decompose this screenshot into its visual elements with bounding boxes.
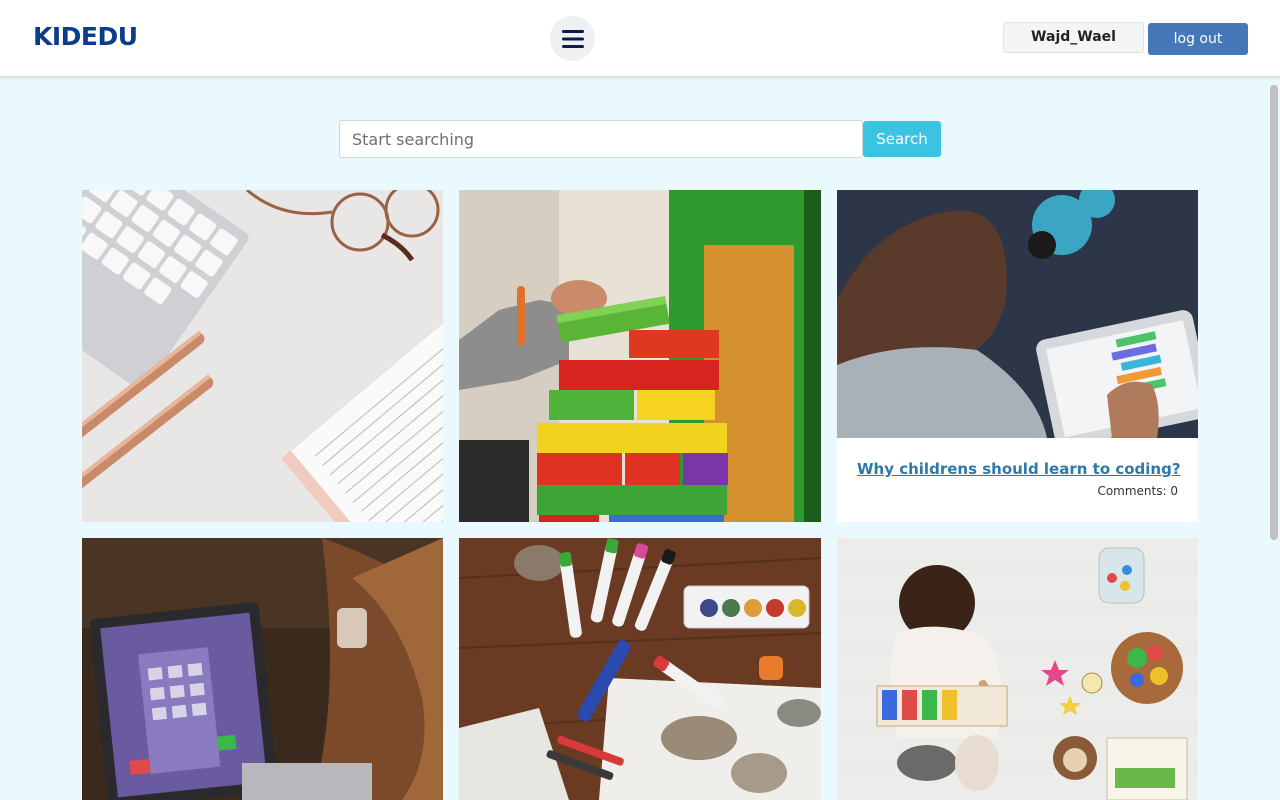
post-card[interactable] (837, 538, 1198, 800)
child-coding-on-tablet-photo (837, 190, 1198, 438)
child-stacking-wooden-blocks-photo (459, 190, 821, 522)
markers-paints-rocks-table-photo (459, 538, 821, 800)
search-button[interactable]: Search (863, 121, 941, 157)
logout-button[interactable]: log out (1148, 23, 1248, 55)
toddler-playing-with-toys-photo (837, 538, 1198, 800)
search-input[interactable] (339, 120, 863, 158)
hamburger-menu-icon (561, 29, 584, 48)
desk-keyboard-glasses-notebook-photo (82, 190, 443, 522)
post-card[interactable] (82, 190, 443, 522)
post-card[interactable] (82, 538, 443, 800)
menu-toggle-button[interactable] (550, 16, 595, 61)
top-navigation-bar: KIDEDU Wajd_Wael log out (0, 0, 1280, 77)
post-card[interactable]: Why childrens should learn to coding? Co… (837, 190, 1198, 522)
comments-count: Comments: 0 (1097, 484, 1178, 498)
page-scrollbar[interactable] (1270, 85, 1278, 540)
post-card[interactable] (459, 190, 821, 522)
site-logo[interactable]: KIDEDU (33, 22, 138, 51)
child-using-laptop-photo (82, 538, 443, 800)
post-title-link[interactable]: Why childrens should learn to coding? (857, 460, 1181, 478)
username-badge[interactable]: Wajd_Wael (1003, 22, 1144, 53)
post-card[interactable] (459, 538, 821, 800)
